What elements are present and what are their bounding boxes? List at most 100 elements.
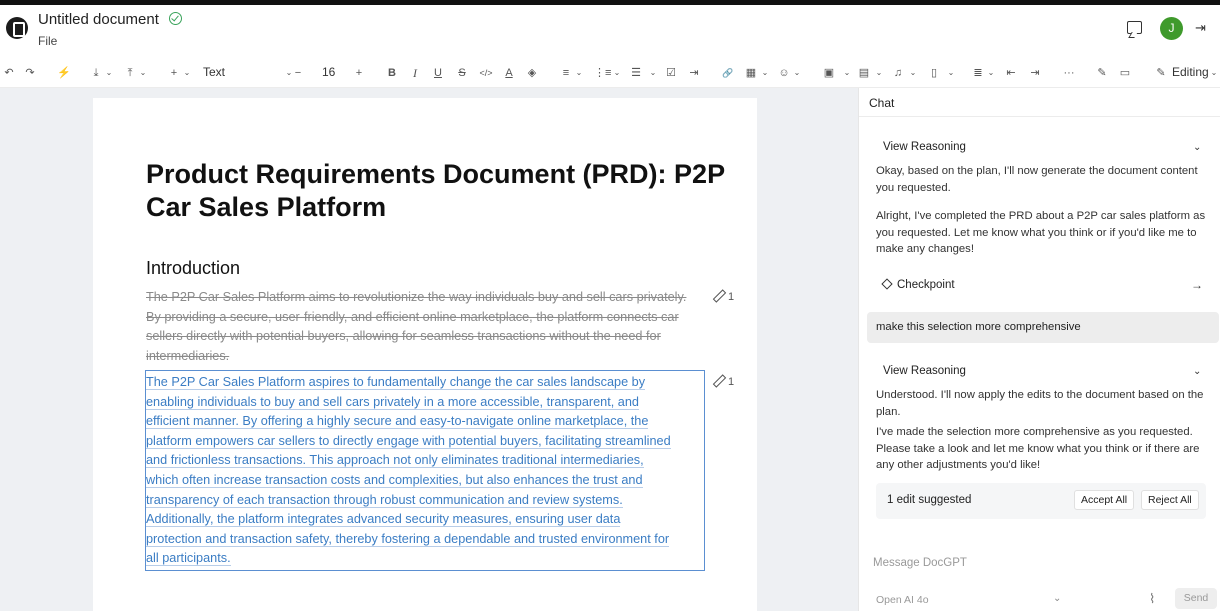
chevron-down-icon[interactable]: ⌄	[1209, 65, 1219, 81]
strikethrough-button[interactable]: S	[456, 65, 468, 81]
ordered-list-icon[interactable]: ⋮≡	[594, 65, 611, 81]
arrow-right-icon[interactable]: →	[1191, 278, 1203, 292]
audio-icon[interactable]: ♫	[892, 65, 904, 81]
table-icon[interactable]: ▦	[745, 65, 757, 81]
user-avatar[interactable]: J	[1160, 17, 1183, 40]
video-icon[interactable]: ▤	[858, 65, 870, 81]
suggested-line: which often increase transaction costs a…	[146, 472, 643, 488]
link-icon[interactable]: 🔗	[721, 65, 735, 81]
undo-icon[interactable]: ↶	[3, 65, 15, 81]
checkpoint-label: Checkpoint	[897, 279, 955, 291]
suggested-line: and frictionless transactions. This appr…	[146, 453, 644, 469]
chevron-down-icon[interactable]: ⌄	[574, 65, 584, 81]
app-logo[interactable]	[6, 17, 28, 39]
edit-count: 1	[728, 291, 735, 303]
chevron-down-icon[interactable]: ⌄	[1193, 142, 1201, 153]
chevron-down-icon[interactable]: ⌄	[138, 65, 148, 81]
chevron-down-icon[interactable]: ⌄	[612, 65, 622, 81]
suggested-line: Additionally, the platform integrates ad…	[146, 512, 621, 528]
more-options-icon[interactable]: ···	[1062, 65, 1076, 81]
insert-above-icon[interactable]: ⤒	[124, 65, 136, 81]
font-size-decrease[interactable]: −	[293, 65, 303, 81]
pencil-icon	[713, 290, 724, 301]
chat-panel: Chat View Reasoning ⌄ Okay, based on the…	[858, 88, 1220, 611]
list-indent-icon[interactable]: ⇥	[688, 65, 700, 81]
outdent-icon[interactable]: ⇤	[1005, 65, 1017, 81]
insert-below-icon[interactable]: ⤓	[90, 65, 102, 81]
image-icon[interactable]: ▣	[823, 65, 835, 81]
text-style-select[interactable]: Text	[203, 65, 225, 79]
assistant-message: I've made the selection more comprehensi…	[876, 426, 1200, 471]
reject-all-button[interactable]: Reject All	[1141, 490, 1199, 510]
underline-button[interactable]: U	[432, 65, 444, 81]
editing-mode-select[interactable]: Editing	[1172, 65, 1209, 79]
line-height-icon[interactable]: ≣	[972, 65, 984, 81]
comments-icon[interactable]	[1127, 21, 1142, 34]
indent-icon[interactable]: ⇥	[1029, 65, 1041, 81]
paperclip-icon[interactable]: ⌇	[1149, 591, 1155, 607]
pencil-icon[interactable]: ✎	[1154, 65, 1168, 81]
send-button[interactable]: Send	[1175, 588, 1217, 609]
chevron-down-icon[interactable]: ⌄	[648, 65, 658, 81]
pencil-icon	[713, 375, 724, 386]
bold-button[interactable]: B	[386, 65, 398, 81]
chevron-down-icon[interactable]: ⌄	[760, 65, 770, 81]
bullet-list-icon[interactable]: ☰	[630, 65, 642, 81]
chevron-down-icon[interactable]: ⌄	[946, 65, 956, 81]
checkpoint-row[interactable]: Checkpoint	[881, 278, 955, 291]
document-heading[interactable]: Product Requirements Document (PRD): P2P…	[146, 158, 726, 224]
file-icon[interactable]: ▯	[928, 65, 940, 81]
document-page[interactable]: Product Requirements Document (PRD): P2P…	[93, 98, 757, 611]
add-block-icon[interactable]: +	[168, 65, 180, 81]
code-button[interactable]: </>	[478, 65, 494, 81]
formatting-toolbar: ↶ ↷ ⚡ ⤓ ⌄ ⤒ ⌄ + ⌄ Text ⌄ − 16 + B I U S …	[0, 57, 1220, 88]
saved-check-icon	[169, 12, 182, 25]
align-icon[interactable]: ≡	[560, 65, 572, 81]
font-size-value[interactable]: 16	[322, 65, 335, 79]
chevron-down-icon[interactable]: ⌄	[1193, 366, 1201, 377]
highlight-icon[interactable]: ◈	[526, 65, 538, 81]
redo-icon[interactable]: ↷	[24, 65, 36, 81]
font-size-increase[interactable]: +	[354, 65, 364, 81]
removed-paragraph[interactable]: The P2P Car Sales Platform aims to revol…	[146, 288, 701, 366]
edit-suggestion-card: 1 edit suggested Accept All Reject All	[876, 483, 1206, 519]
document-title[interactable]: Untitled document	[38, 11, 159, 28]
chevron-down-icon[interactable]: ⌄	[874, 65, 884, 81]
view-reasoning-toggle[interactable]: View Reasoning	[883, 141, 966, 153]
logout-icon[interactable]: ⇥	[1195, 21, 1207, 34]
edit-marker-suggested[interactable]: 1	[713, 375, 734, 388]
suggested-line: platform empowers car sellers to directl…	[146, 433, 671, 449]
divider	[859, 116, 1220, 117]
text-color-button[interactable]: A	[503, 65, 515, 81]
assistant-message: Understood. I'll now apply the edits to …	[876, 389, 1204, 418]
assistant-message: Alright, I've completed the PRD about a …	[876, 210, 1206, 255]
chevron-down-icon[interactable]: ⌄	[1053, 593, 1061, 604]
chevron-down-icon[interactable]: ⌄	[182, 65, 192, 81]
chevron-down-icon[interactable]: ⌄	[792, 65, 802, 81]
italic-button[interactable]: I	[409, 65, 421, 81]
section-heading[interactable]: Introduction	[146, 258, 240, 279]
edit-marker-removed[interactable]: 1	[713, 290, 734, 303]
suggested-paragraph[interactable]: The P2P Car Sales Platform aspires to fu…	[146, 373, 701, 569]
chevron-down-icon[interactable]: ⌄	[842, 65, 852, 81]
view-reasoning-toggle[interactable]: View Reasoning	[883, 365, 966, 377]
clear-format-icon[interactable]: ⚡	[57, 65, 71, 81]
chevron-down-icon[interactable]: ⌄	[908, 65, 918, 81]
chevron-down-icon[interactable]: ⌄	[104, 65, 114, 81]
accept-all-button[interactable]: Accept All	[1074, 490, 1135, 510]
assistant-message: Okay, based on the plan, I'll now genera…	[876, 165, 1198, 194]
suggested-line: all participants.	[146, 551, 231, 567]
message-input[interactable]: Message DocGPT	[873, 557, 967, 569]
edit-count: 1	[728, 376, 735, 388]
suggested-line: enabling individuals to buy and sell car…	[146, 394, 639, 410]
suggestion-count: 1 edit suggested	[887, 494, 972, 506]
file-menu[interactable]: File	[38, 34, 57, 48]
chevron-down-icon[interactable]: ⌄	[986, 65, 996, 81]
suggested-line: transparency of each transaction through…	[146, 492, 623, 508]
format-painter-icon[interactable]: ✎	[1096, 65, 1108, 81]
task-list-icon[interactable]: ☑	[665, 65, 677, 81]
comment-add-icon[interactable]: ▭	[1119, 65, 1131, 81]
emoji-icon[interactable]: ☺	[778, 65, 790, 81]
suggested-line: protection and transaction safety, there…	[146, 531, 670, 547]
model-select[interactable]: Open AI 4o	[876, 594, 929, 606]
